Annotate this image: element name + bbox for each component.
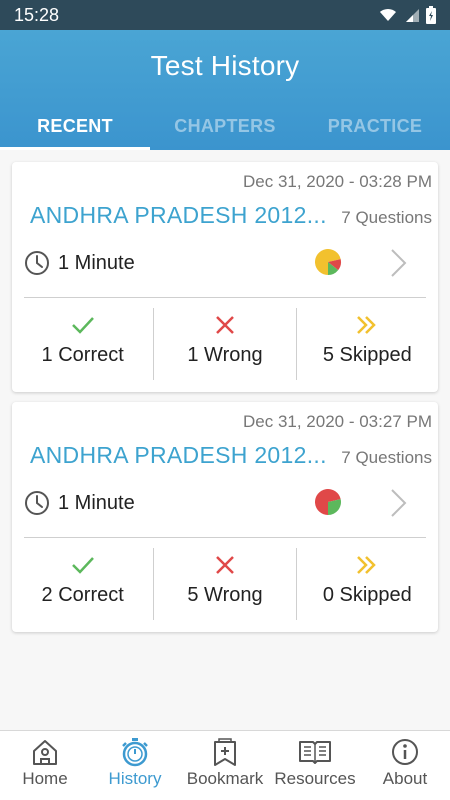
bottom-nav: Home History Bookmark Resources About: [0, 730, 450, 800]
divider: [24, 297, 426, 298]
battery-icon: [426, 6, 436, 24]
stat-correct: 2 Correct: [12, 548, 153, 620]
book-icon: [299, 741, 331, 764]
stat-skipped: 0 Skipped: [295, 548, 438, 620]
chevron-right-icon[interactable]: [388, 246, 410, 280]
nav-home[interactable]: Home: [0, 731, 90, 800]
double-chevron-icon: [357, 316, 377, 334]
stat-correct: 1 Correct: [12, 308, 153, 380]
nav-label: Bookmark: [186, 769, 264, 788]
signal-icon: [406, 9, 419, 22]
check-icon: [71, 317, 94, 334]
nav-about[interactable]: About: [360, 731, 450, 800]
duration: 1 Minute: [24, 490, 135, 516]
tab-chapters[interactable]: CHAPTERS: [150, 102, 300, 150]
test-date: Dec 31, 2020 - 03:27 PM: [242, 412, 432, 431]
tab-recent[interactable]: RECENT: [0, 102, 150, 150]
question-count: 7 Questions: [341, 448, 432, 467]
skipped-count: 0 Skipped: [322, 584, 412, 606]
wifi-icon: [380, 8, 396, 21]
app-header: Test History RECENT CHAPTERS PRACTICE: [0, 30, 450, 150]
duration: 1 Minute: [24, 250, 135, 276]
nav-bookmark[interactable]: Bookmark: [180, 731, 270, 800]
cross-icon: [216, 316, 234, 334]
result-pie-chart: [315, 249, 341, 275]
history-list: Dec 31, 2020 - 03:28 PM ANDHRA PRADESH 2…: [0, 150, 450, 632]
correct-count: 2 Correct: [41, 584, 124, 606]
cross-icon: [216, 556, 234, 574]
tab-bar: RECENT CHAPTERS PRACTICE: [0, 102, 450, 150]
test-title[interactable]: ANDHRA PRADESH 2012...: [30, 442, 330, 469]
status-time: 15:28: [14, 4, 60, 25]
nav-label: About: [382, 769, 428, 788]
wrong-count: 5 Wrong: [187, 584, 263, 606]
stat-wrong: 5 Wrong: [153, 548, 295, 620]
tab-practice[interactable]: PRACTICE: [300, 102, 450, 150]
nav-history[interactable]: History: [90, 731, 180, 800]
tab-indicator: [0, 147, 150, 150]
clock-icon: [25, 491, 49, 515]
status-bar: 15:28: [0, 0, 450, 30]
clock-icon: [25, 251, 49, 275]
chevron-right-icon[interactable]: [388, 486, 410, 520]
result-stats: 2 Correct 5 Wrong 0 Skipped: [12, 548, 438, 620]
nav-label: History: [108, 769, 162, 788]
info-icon: [392, 739, 418, 765]
nav-label: Home: [22, 769, 68, 788]
divider: [24, 537, 426, 538]
test-title[interactable]: ANDHRA PRADESH 2012...: [30, 202, 330, 229]
result-stats: 1 Correct 1 Wrong 5 Skipped: [12, 308, 438, 380]
stat-skipped: 5 Skipped: [295, 308, 438, 380]
stat-wrong: 1 Wrong: [153, 308, 295, 380]
result-pie-chart: [315, 489, 341, 515]
question-count: 7 Questions: [341, 208, 432, 227]
status-icons: [378, 6, 436, 24]
duration-label: 1 Minute: [58, 251, 135, 274]
double-chevron-icon: [357, 556, 377, 574]
check-icon: [71, 557, 94, 574]
history-card[interactable]: Dec 31, 2020 - 03:28 PM ANDHRA PRADESH 2…: [12, 162, 438, 392]
duration-label: 1 Minute: [58, 491, 135, 514]
page-title: Test History: [150, 50, 300, 81]
test-date: Dec 31, 2020 - 03:28 PM: [242, 172, 432, 191]
skipped-count: 5 Skipped: [322, 344, 412, 366]
bookmark-icon: [214, 738, 236, 766]
nav-label: Resources: [274, 769, 356, 788]
home-icon: [33, 740, 57, 765]
history-card[interactable]: Dec 31, 2020 - 03:27 PM ANDHRA PRADESH 2…: [12, 402, 438, 632]
nav-resources[interactable]: Resources: [270, 731, 360, 800]
correct-count: 1 Correct: [41, 344, 124, 366]
stopwatch-icon: [122, 738, 148, 767]
wrong-count: 1 Wrong: [187, 344, 263, 366]
